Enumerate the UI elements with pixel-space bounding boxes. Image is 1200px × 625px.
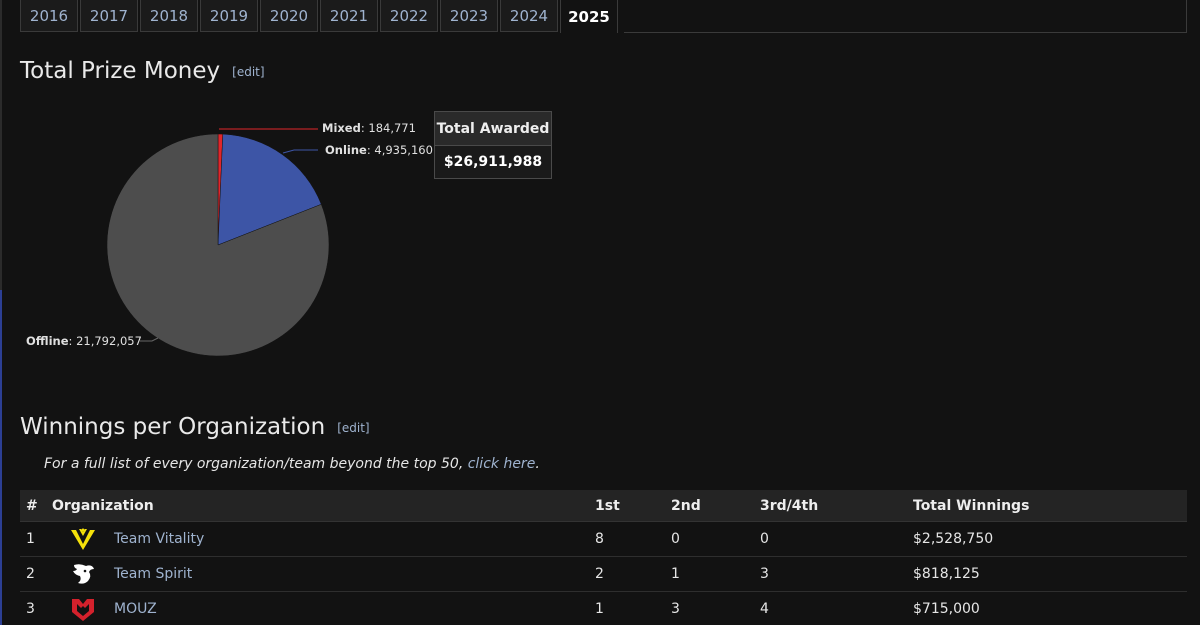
row-third: 3 (760, 566, 769, 582)
mouz-link[interactable]: MOUZ (114, 601, 157, 617)
prize-pie-chart: Mixed: 184,771 Online: 4,935,160 Offline… (26, 121, 433, 357)
table-row: 1 Team Vitality 8 0 0 $2,528,750 (20, 522, 1187, 557)
online-slice-label: Online: 4,935,160 (325, 143, 433, 157)
pie-slices (106, 133, 330, 357)
row-first: 2 (595, 566, 604, 582)
header-organization: Organization (52, 497, 154, 514)
prize-money-heading: Total Prize Money [edit] (20, 58, 265, 84)
offline-slice-label: Offline: 21,792,057 (26, 334, 142, 348)
tab-2024[interactable]: 2024 (500, 0, 558, 32)
total-awarded-value: $26,911,988 (443, 154, 543, 170)
row-first: 8 (595, 531, 604, 547)
team-spirit-logo-icon (73, 564, 94, 584)
team-spirit-link[interactable]: Team Spirit (114, 566, 192, 582)
tab-2023[interactable]: 2023 (440, 0, 498, 32)
team-vitality-logo-icon (71, 528, 95, 550)
offline-leader-line (140, 337, 159, 342)
click-here-link[interactable]: click here (468, 456, 536, 472)
total-awarded-header: Total Awarded (435, 112, 551, 146)
tabs-right-border (1186, 0, 1187, 33)
header-total-winnings: Total Winnings (913, 497, 1030, 514)
offline-label-colon: : (69, 334, 77, 348)
row-third: 4 (760, 601, 769, 617)
table-row: 2 Team Spirit 2 1 3 $818,125 (20, 557, 1187, 592)
tab-2022[interactable]: 2022 (380, 0, 438, 32)
full-list-note-text: For a full list of every organization/te… (44, 456, 468, 472)
team-vitality-link[interactable]: Team Vitality (114, 531, 204, 547)
tab-2020[interactable]: 2020 (260, 0, 318, 32)
mixed-slice-label: Mixed: 184,771 (322, 121, 416, 135)
mouz-logo-icon (72, 599, 94, 621)
header-first: 1st (595, 497, 620, 514)
team-spirit-logo (52, 561, 114, 587)
row-rank: 1 (26, 531, 35, 547)
row-total: $715,000 (913, 601, 980, 617)
table-header-row: # Organization 1st 2nd 3rd/4th Total Win… (20, 490, 1187, 522)
row-second: 1 (671, 566, 680, 582)
online-label-name: Online (325, 143, 367, 157)
row-total: $2,528,750 (913, 531, 994, 547)
tab-2019[interactable]: 2019 (200, 0, 258, 32)
prize-edit-link[interactable]: [edit] (232, 65, 264, 79)
offline-label-name: Offline (26, 334, 69, 348)
full-list-note: For a full list of every organization/te… (44, 456, 540, 472)
full-list-note-end: . (535, 456, 540, 472)
mixed-label-value: 184,771 (368, 121, 416, 135)
row-third: 0 (760, 531, 769, 547)
online-label-value: 4,935,160 (374, 143, 433, 157)
tabs-divider (624, 32, 1187, 33)
winnings-table: # Organization 1st 2nd 3rd/4th Total Win… (20, 490, 1187, 625)
table-row: 3 MOUZ 1 3 4 $715,000 (20, 592, 1187, 625)
header-third: 3rd/4th (760, 497, 819, 514)
row-first: 1 (595, 601, 604, 617)
year-tabs: 2016 2017 2018 2019 2020 2021 2022 2023 … (20, 0, 620, 33)
tab-2017[interactable]: 2017 (80, 0, 138, 32)
online-leader-line (282, 149, 318, 154)
row-rank: 2 (26, 566, 35, 582)
tab-2025[interactable]: 2025 (560, 0, 618, 33)
team-vitality-logo (52, 527, 114, 551)
winnings-edit-link[interactable]: [edit] (337, 421, 369, 435)
offline-label-value: 21,792,057 (76, 334, 142, 348)
total-awarded-box: Total Awarded $26,911,988 (434, 111, 552, 179)
mixed-label-name: Mixed (322, 121, 361, 135)
tab-2021[interactable]: 2021 (320, 0, 378, 32)
mouz-logo (52, 596, 114, 622)
header-rank: # (26, 497, 38, 514)
tab-2016[interactable]: 2016 (20, 0, 78, 32)
row-second: 0 (671, 531, 680, 547)
tab-2018[interactable]: 2018 (140, 0, 198, 32)
row-total: $818,125 (913, 566, 980, 582)
online-label-colon: : (367, 143, 375, 157)
prize-money-title: Total Prize Money (20, 58, 221, 84)
winnings-title: Winnings per Organization (20, 414, 326, 440)
winnings-heading: Winnings per Organization [edit] (20, 414, 370, 440)
header-second: 2nd (671, 497, 701, 514)
mixed-label-colon: : (361, 121, 369, 135)
page: 2016 2017 2018 2019 2020 2021 2022 2 0 2 3 … (0, 0, 1200, 625)
row-rank: 3 (26, 601, 35, 617)
row-second: 3 (671, 601, 680, 617)
